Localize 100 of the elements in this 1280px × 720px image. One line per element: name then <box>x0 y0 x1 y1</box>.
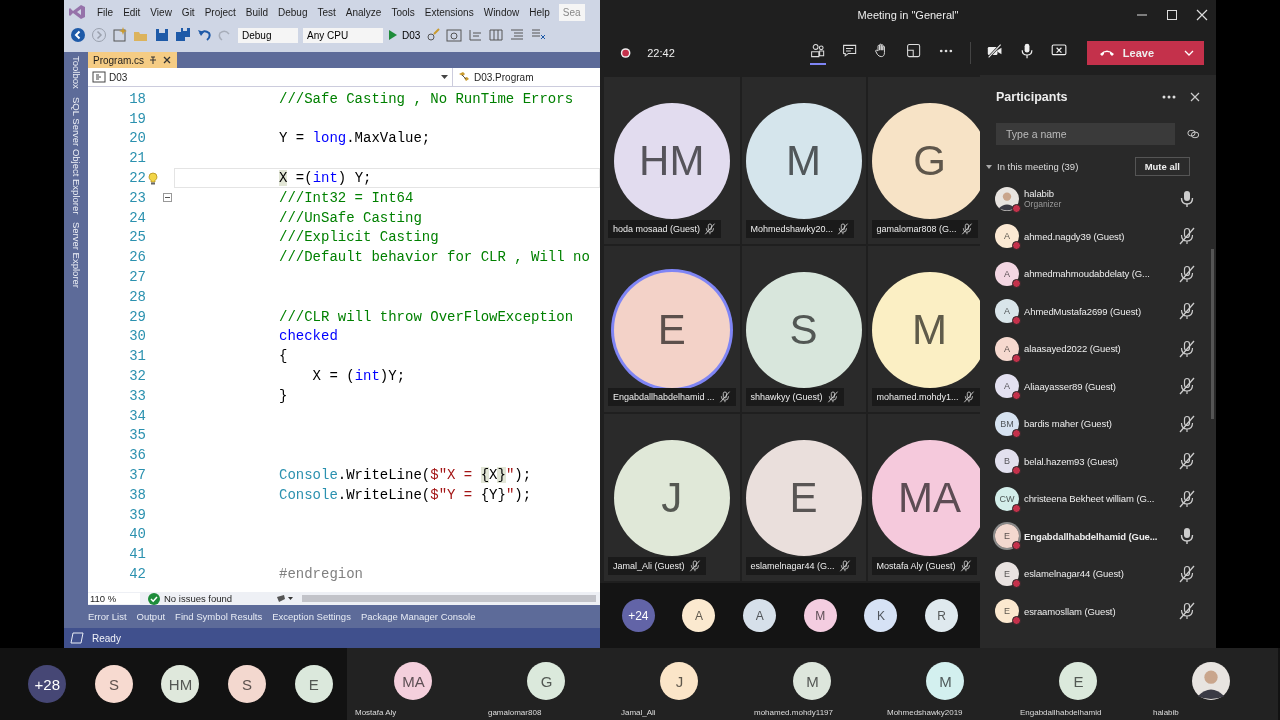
name-label: Mohmedshawky20... <box>745 219 855 238</box>
code-line: ///Safe Casting , No RunTime Errors <box>279 90 574 107</box>
participant-name: Engabdallhabdelhamid <box>1019 708 1102 717</box>
avatar: M <box>803 599 837 632</box>
line-number: 22 <box>128 170 146 187</box>
issues-indicator[interactable]: No issues found <box>148 592 268 605</box>
name-label: eslamelnagar44 (G... <box>745 557 856 575</box>
menu-item[interactable]: Help <box>524 6 555 18</box>
side-tab[interactable]: SQL Server Object Explorer <box>70 96 82 215</box>
menu-item[interactable]: Test <box>312 6 341 18</box>
start-button[interactable]: D03 <box>388 29 421 41</box>
menu-item[interactable]: Tools <box>386 6 420 18</box>
participant-name[interactable]: halabib <box>1024 188 1054 200</box>
leave-button[interactable]: Leave <box>1086 40 1205 65</box>
avatar: M <box>926 662 965 700</box>
back-icon[interactable] <box>70 27 86 43</box>
participant-name[interactable]: Aliaayasser89 (Guest) <box>1024 380 1116 392</box>
menu-item[interactable]: File <box>92 6 119 18</box>
side-tab[interactable]: Toolbox <box>70 56 82 89</box>
avatar: K <box>864 599 898 632</box>
document-tab[interactable]: Program.cs <box>88 52 178 68</box>
tool-tab[interactable]: Output <box>136 611 166 622</box>
participant-name[interactable]: alaasayed2022 (Guest) <box>1024 343 1121 355</box>
close-icon[interactable] <box>1190 92 1200 102</box>
line-number: 37 <box>128 467 146 484</box>
code-line: X =(int) Y; <box>279 170 372 187</box>
platform-dropdown[interactable]: Any CPU <box>303 27 383 43</box>
mic-off-icon <box>838 560 851 572</box>
line-number: 40 <box>128 526 146 543</box>
save-all-icon[interactable] <box>175 27 191 43</box>
maximize-icon[interactable] <box>1166 9 1178 21</box>
save-icon[interactable] <box>154 27 170 43</box>
columns-icon[interactable] <box>488 27 505 43</box>
collapse-icon[interactable] <box>162 193 172 203</box>
link-icon[interactable] <box>1187 129 1200 139</box>
tool-tab[interactable]: Error List <box>88 611 127 622</box>
avatar: J <box>660 662 699 700</box>
camera-icon[interactable] <box>446 27 463 43</box>
project-dropdown[interactable]: D03 <box>88 68 453 86</box>
type-dropdown[interactable]: D03.Program <box>453 68 538 86</box>
configuration-dropdown[interactable]: Debug <box>238 27 298 43</box>
participant-name: gamalomar808 <box>487 708 542 717</box>
avatar: +24 <box>621 599 655 632</box>
zoom-dropdown[interactable]: 110 % <box>88 593 140 604</box>
avatar: A <box>743 599 777 632</box>
participant-name[interactable]: eslamelnagar44 (Guest) <box>1024 568 1124 580</box>
avatar: A <box>995 336 1019 361</box>
participant-name[interactable]: AhmedMustafa2699 (Guest) <box>1024 305 1141 317</box>
mic-off-icon <box>837 222 850 235</box>
participant-name[interactable]: bardis maher (Guest) <box>1024 418 1112 430</box>
section-header[interactable]: In this meeting (39) <box>986 161 1079 172</box>
participant-name[interactable]: christeena Bekheet william (G... <box>1024 493 1155 505</box>
close-icon[interactable] <box>1196 9 1208 21</box>
horizontal-scrollbar[interactable] <box>302 595 596 602</box>
participant-name[interactable]: ahmed.nagdy39 (Guest) <box>1024 230 1125 242</box>
code-line: Y = long.MaxValue; <box>279 130 431 147</box>
mic-off-icon <box>718 391 731 404</box>
close-icon[interactable] <box>162 55 173 65</box>
menu-item[interactable]: Project <box>199 6 241 18</box>
line-number: 36 <box>128 447 146 464</box>
menu-item[interactable]: Analyze <box>340 6 387 18</box>
participant-name[interactable]: esraamosllam (Guest) <box>1024 605 1116 617</box>
side-tab[interactable]: Server Explorer <box>70 222 82 289</box>
avatar: E <box>613 271 730 388</box>
pin-icon[interactable] <box>148 55 159 65</box>
menu-item[interactable]: Window <box>478 6 525 18</box>
name-label: Mostafa Aly (Guest) <box>871 557 977 575</box>
scrollbar[interactable] <box>1211 249 1214 419</box>
line-number: 32 <box>128 368 146 385</box>
menu-item[interactable]: Extensions <box>419 6 479 18</box>
menu-item[interactable]: Build <box>240 6 273 18</box>
code-line: #endregion <box>279 566 363 582</box>
brush-icon[interactable] <box>276 593 294 604</box>
code-line: } <box>279 387 288 404</box>
name-label: mohamed.mohdy1... <box>871 388 980 407</box>
menu-item[interactable]: Edit <box>118 6 146 18</box>
participant-name: Jamal_Ali <box>620 708 656 717</box>
participant-name[interactable]: Engabdallhabdelhamid (Gue... <box>1024 530 1158 542</box>
participant-name[interactable]: belal.hazem93 (Guest) <box>1024 455 1118 467</box>
search-field[interactable]: Type a name <box>996 123 1176 145</box>
more-icon[interactable] <box>1162 95 1176 99</box>
tool-tab[interactable]: Find Symbol Results <box>175 611 263 622</box>
menu-item[interactable]: Debug <box>273 6 313 18</box>
tool-tab[interactable]: Exception Settings <box>272 611 351 622</box>
line-number: 24 <box>128 209 146 226</box>
avatar: E <box>995 561 1019 586</box>
participant-name[interactable]: ahmedmahmoudabdelaty (G... <box>1024 268 1150 280</box>
line-number: 28 <box>128 288 146 305</box>
participant-role: Organizer <box>1024 199 1062 210</box>
menu-item[interactable]: Git <box>176 6 200 18</box>
lightbulb-icon[interactable] <box>148 171 158 185</box>
chevron-down-icon <box>1184 49 1195 56</box>
tool-tab[interactable]: Package Manager Console <box>360 611 476 622</box>
undo-icon[interactable] <box>196 27 212 43</box>
menu-item[interactable]: View <box>145 6 177 18</box>
line-number: 34 <box>128 407 146 424</box>
presence-dot <box>1012 428 1021 438</box>
participant-name: Mohmedshawky2019 <box>886 708 963 717</box>
mute-all-button[interactable]: Mute all <box>1134 157 1190 176</box>
search-icon[interactable] <box>425 27 442 43</box>
